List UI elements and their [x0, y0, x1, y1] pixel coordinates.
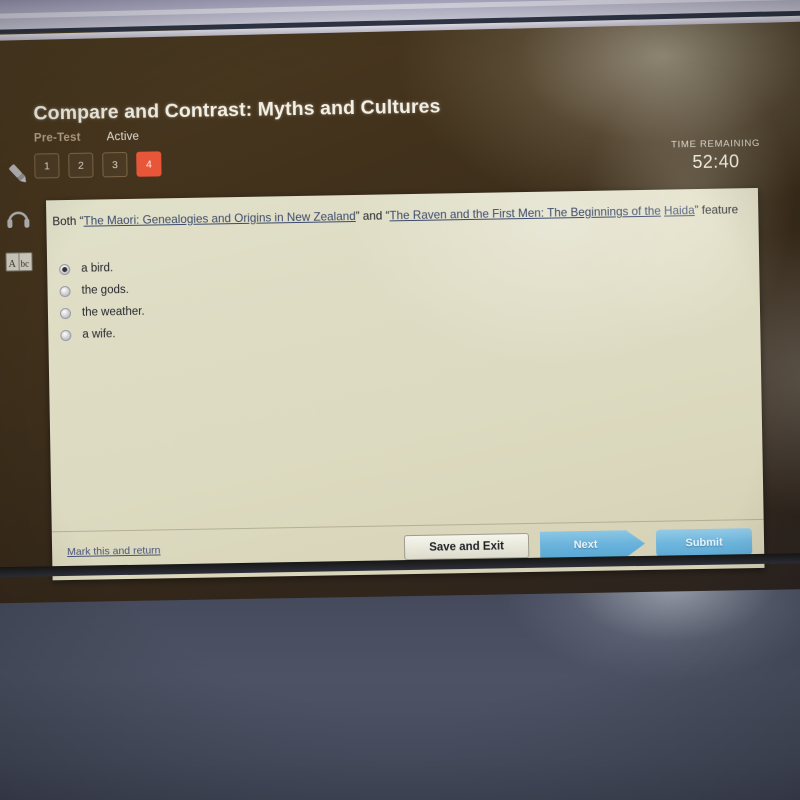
answer-option-1-label: a bird. [81, 262, 114, 275]
test-type-label: Pre-Test [33, 131, 81, 145]
tool-rail: A bc [2, 157, 38, 290]
page-title: Compare and Contrast: Myths and Cultures [33, 95, 441, 125]
svg-text:bc: bc [21, 259, 30, 269]
photo-of-screen: A bc Compare and Contrast: Myths and Cul… [0, 0, 800, 800]
answer-option-4-label: a wife. [82, 328, 116, 341]
monitor-screen: A bc Compare and Contrast: Myths and Cul… [0, 18, 800, 604]
headphones-icon[interactable] [3, 201, 34, 236]
dictionary-icon[interactable]: A bc [4, 245, 35, 280]
question-text: Both “The Maori: Genealogies and Origins… [52, 200, 750, 232]
source-one-link[interactable]: The Maori: Genealogies and Origins in Ne… [83, 210, 355, 228]
question-prefix: Both “ [52, 214, 84, 229]
source-two-link-line2[interactable]: Haida [664, 204, 695, 218]
header-subline: Pre-Test Active [33, 125, 441, 145]
answer-option-4[interactable]: a wife. [56, 323, 145, 347]
mark-this-and-return-link[interactable]: Mark this and return [67, 544, 161, 558]
radio-button-4[interactable] [60, 329, 72, 341]
radio-button-3[interactable] [59, 307, 72, 319]
time-remaining: TIME REMAINING 52:40 [671, 138, 761, 174]
submit-button[interactable]: Submit [655, 528, 753, 557]
question-panel: Both “The Maori: Genealogies and Origins… [45, 187, 765, 581]
time-remaining-label: TIME REMAINING [671, 137, 761, 151]
question-tab-2[interactable]: 2 [68, 152, 94, 178]
question-suffix: ” feature [694, 203, 739, 218]
source-two-link-line1[interactable]: The Raven and the First Men: The Beginni… [389, 205, 661, 223]
answer-option-2[interactable]: the gods. [55, 279, 144, 303]
time-remaining-value: 52:40 [692, 151, 740, 173]
save-and-exit-button[interactable]: Save and Exit [403, 533, 530, 561]
next-button-label: Next [573, 538, 598, 551]
quiz-header: Compare and Contrast: Myths and Cultures… [33, 95, 441, 179]
svg-text:A: A [9, 259, 17, 270]
answer-option-2-label: the gods. [81, 283, 129, 297]
question-tabs: 1 2 3 4 [34, 146, 441, 179]
question-tab-1[interactable]: 1 [34, 153, 60, 179]
question-middle: ” and “ [355, 209, 390, 223]
radio-button-1[interactable] [59, 263, 71, 275]
highlighter-icon[interactable] [2, 157, 33, 192]
status-label: Active [106, 130, 140, 144]
answer-option-3-label: the weather. [81, 305, 145, 319]
next-button[interactable]: Next [540, 530, 645, 559]
radio-button-2[interactable] [59, 285, 71, 297]
answer-options: a bird. the gods. the weather. a wife. [55, 257, 145, 347]
question-tab-4[interactable]: 4 [136, 151, 162, 177]
answer-option-3[interactable]: the weather. [56, 301, 145, 325]
answer-option-1[interactable]: a bird. [55, 257, 144, 281]
question-tab-3[interactable]: 3 [102, 151, 128, 178]
